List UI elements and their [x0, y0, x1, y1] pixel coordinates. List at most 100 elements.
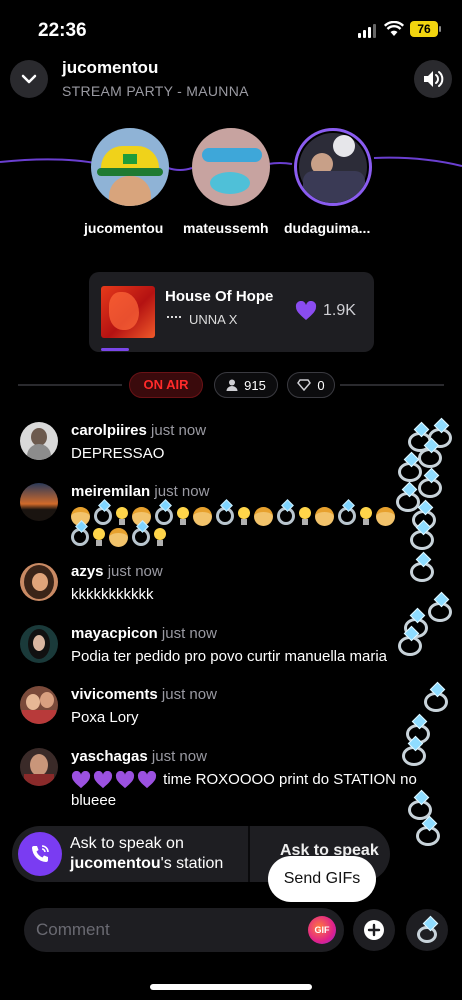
- ring-emoji: [428, 602, 452, 622]
- ring-reaction-button[interactable]: [406, 909, 448, 951]
- avatar: [192, 128, 270, 206]
- ring-emoji: [71, 528, 89, 547]
- divider: [18, 384, 122, 386]
- comment-text: kkkkkkkkkkk: [71, 586, 154, 603]
- host-mateussemh[interactable]: [181, 128, 281, 206]
- bride-emoji: [193, 506, 212, 526]
- ring-emoji: [410, 562, 434, 582]
- volume-button[interactable]: [414, 60, 452, 98]
- add-button[interactable]: [353, 909, 395, 951]
- chevron-down-icon: [21, 74, 37, 84]
- listener-count-pill[interactable]: 915: [214, 372, 278, 398]
- comment-header: yaschagas just now: [71, 748, 207, 765]
- divider: [248, 826, 250, 882]
- ring-icon: [417, 925, 437, 943]
- send-gifs-tooltip: Send GIFs: [268, 856, 376, 902]
- comment-header: carolpiires just now: [71, 422, 206, 439]
- ask-to-speak-line2: jucomentou's station: [70, 854, 223, 874]
- avatar[interactable]: [20, 422, 58, 460]
- ask-to-speak-text: Ask to speak on jucomentou's station: [70, 834, 223, 874]
- bulb-emoji: [116, 506, 128, 526]
- ring-emoji: [418, 478, 442, 498]
- ring-emoji: [398, 636, 422, 656]
- ring-emoji: [277, 507, 295, 526]
- comment-username[interactable]: meiremilan: [71, 483, 150, 500]
- status-time: 22:36: [38, 20, 87, 41]
- ring-emoji: [155, 507, 173, 526]
- ring-emoji: [94, 507, 112, 526]
- comment-emoji-text: [71, 505, 441, 547]
- purple-heart-emoji: [137, 771, 157, 789]
- host-jucomentou[interactable]: [80, 128, 180, 206]
- person-icon: [226, 379, 238, 391]
- comment-time: just now: [151, 422, 207, 439]
- cellular-signal-icon: [358, 24, 376, 38]
- ask-to-speak-line1: Ask to speak on: [70, 835, 184, 852]
- bride-emoji: [109, 527, 128, 547]
- comment-time: just now: [151, 748, 207, 765]
- phone-icon: [18, 832, 62, 876]
- avatar: [91, 128, 169, 206]
- track-artist: UNNA X: [189, 312, 238, 327]
- track-progress-bar: [101, 348, 129, 351]
- comment-username[interactable]: azys: [71, 563, 104, 580]
- explicit-icon: [167, 316, 181, 318]
- comment-username[interactable]: carolpiires: [71, 422, 147, 439]
- bride-emoji: [254, 506, 273, 526]
- comment-time: just now: [107, 563, 163, 580]
- battery-icon: 76: [410, 21, 441, 37]
- station-user: jucomentou: [70, 855, 161, 872]
- heart-icon[interactable]: [295, 301, 317, 321]
- comment-text: time ROXOOOO print do STATION no blueee: [71, 769, 441, 811]
- station-suffix: 's station: [160, 855, 224, 872]
- station-subtitle: STREAM PARTY - MAUNNA: [62, 83, 249, 99]
- comment-username[interactable]: vivicoments: [71, 686, 158, 703]
- host-name: jucomentou: [84, 220, 164, 236]
- avatar[interactable]: [20, 686, 58, 724]
- home-indicator: [150, 984, 312, 990]
- comment-input[interactable]: [36, 908, 286, 952]
- station-title: jucomentou: [62, 58, 159, 77]
- comment-time: just now: [161, 686, 217, 703]
- avatar[interactable]: [20, 748, 58, 786]
- host-dudaguima[interactable]: [283, 128, 383, 206]
- comment-header: mayacpicon just now: [71, 625, 217, 642]
- avatar[interactable]: [20, 563, 58, 601]
- comment-text: Poxa Lory: [71, 709, 139, 726]
- listener-count: 915: [244, 377, 266, 393]
- comment-text: DEPRESSAO: [71, 445, 165, 462]
- diamond-icon: [297, 379, 312, 391]
- avatar[interactable]: [20, 483, 58, 521]
- bulb-emoji: [360, 506, 372, 526]
- collapse-button[interactable]: [10, 60, 48, 98]
- like-count: 1.9K: [323, 302, 356, 319]
- album-art: [101, 286, 155, 338]
- host-name: mateussemh: [183, 220, 269, 236]
- divider: [340, 384, 444, 386]
- ring-emoji: [398, 462, 422, 482]
- ring-emoji: [396, 492, 420, 512]
- comment-time: just now: [161, 625, 217, 642]
- comment-bar: GIF: [24, 908, 344, 952]
- avatar[interactable]: [20, 625, 58, 663]
- ring-emoji: [216, 507, 234, 526]
- ring-emoji: [132, 528, 150, 547]
- ring-emoji: [416, 826, 440, 846]
- speaker-icon: [424, 71, 444, 87]
- bulb-emoji: [154, 527, 166, 547]
- diamond-count-pill[interactable]: 0: [287, 372, 335, 398]
- now-playing-card[interactable]: House Of Hope UNNA X 1.9K: [89, 272, 374, 352]
- status-bar: 22:36 76: [0, 0, 462, 56]
- ring-emoji: [418, 448, 442, 468]
- bulb-emoji: [238, 506, 250, 526]
- comment-username[interactable]: mayacpicon: [71, 625, 158, 642]
- ring-emoji: [410, 530, 434, 550]
- comment-username[interactable]: yaschagas: [71, 748, 148, 765]
- gif-button[interactable]: GIF: [308, 916, 336, 944]
- purple-heart-emoji: [115, 771, 135, 789]
- bulb-emoji: [299, 506, 311, 526]
- on-air-badge: ON AIR: [129, 372, 203, 398]
- bride-emoji: [376, 506, 395, 526]
- avatar: [294, 128, 372, 206]
- track-title: House Of Hope: [165, 288, 274, 305]
